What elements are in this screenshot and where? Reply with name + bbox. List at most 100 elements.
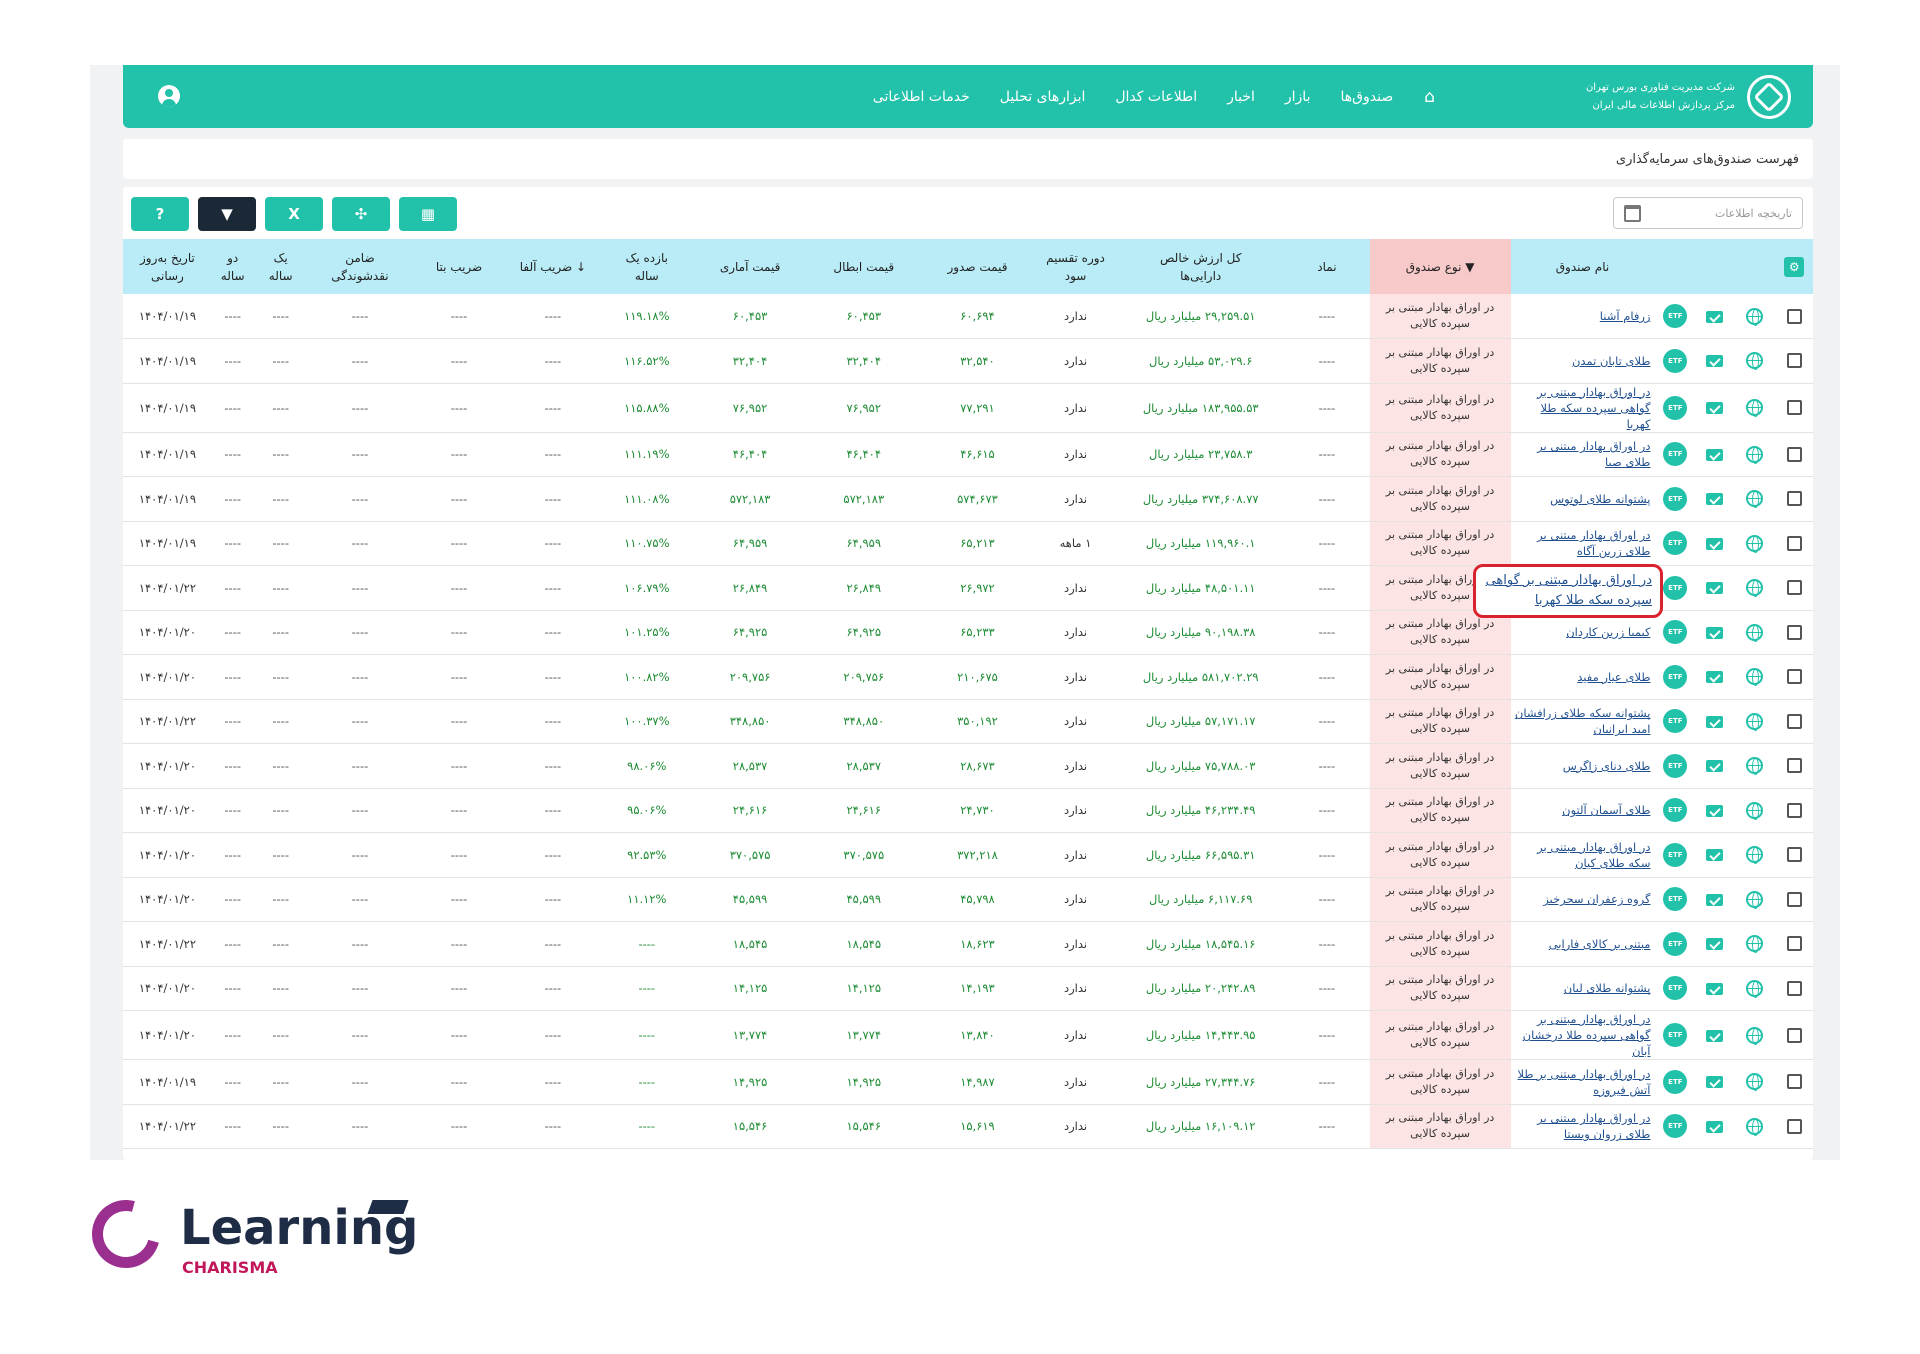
table-row[interactable]: ETF در اوراق بهادار مبتنی بر گواهی سپرده … (123, 383, 1813, 433)
message-icon[interactable] (1706, 448, 1724, 461)
nav-analysis-tools[interactable]: ابزارهای تحلیل (985, 89, 1101, 105)
col-stat-price[interactable]: قیمت آماری (693, 239, 807, 294)
filter-button[interactable]: ▼ (198, 197, 256, 231)
website-globe-icon[interactable] (1746, 352, 1764, 371)
row-checkbox[interactable] (1786, 580, 1802, 596)
message-icon[interactable] (1706, 893, 1724, 906)
fund-name-tooltip[interactable]: در اوراق بهادار مبتنی بر گواهی سپرده سکه… (1473, 564, 1663, 618)
message-icon[interactable] (1706, 938, 1724, 951)
col-1y[interactable]: یک ساله (253, 239, 308, 294)
fund-name-link[interactable]: در اوراق بهادار مبتنی بر گواهی سپرده سکه… (1537, 385, 1650, 431)
row-checkbox[interactable] (1786, 936, 1802, 952)
website-globe-icon[interactable] (1746, 490, 1764, 509)
row-checkbox[interactable] (1786, 308, 1802, 324)
fund-name-link[interactable]: کیمیا زرین کاردان (1566, 625, 1650, 639)
fund-name-link[interactable]: طلای تابان تمدن (1572, 354, 1651, 368)
table-row[interactable]: ETF در اوراق بهادار مبتنی بر طلای زرین آگ… (123, 521, 1813, 566)
message-icon[interactable] (1706, 537, 1724, 550)
message-icon[interactable] (1706, 1120, 1724, 1133)
message-icon[interactable] (1706, 849, 1724, 862)
website-globe-icon[interactable] (1746, 846, 1764, 865)
fund-name-link[interactable]: در اوراق بهادار مبتنی بر طلای زروان ویست… (1537, 1111, 1650, 1141)
table-row[interactable]: ETF طلای آسمان آلتون در اوراق بهادار مبتنی… (123, 788, 1813, 833)
row-checkbox[interactable] (1786, 891, 1802, 907)
website-globe-icon[interactable] (1746, 712, 1764, 731)
nav-codal[interactable]: اطلاعات کدال (1100, 89, 1212, 105)
website-globe-icon[interactable] (1746, 1073, 1764, 1092)
message-icon[interactable] (1706, 626, 1724, 639)
row-checkbox[interactable] (1786, 802, 1802, 818)
brand[interactable]: شرکت مدیریت فناوری بورس تهران مرکز پرداز… (1561, 74, 1791, 119)
nav-market[interactable]: بازار (1270, 89, 1326, 105)
website-globe-icon[interactable] (1746, 307, 1764, 326)
row-checkbox[interactable] (1786, 980, 1802, 996)
calendar-icon[interactable] (1624, 204, 1641, 222)
message-icon[interactable] (1706, 715, 1724, 728)
col-issue-price[interactable]: قیمت صدور (921, 239, 1034, 294)
fund-name-link[interactable]: طلای آسمان آلتون (1562, 803, 1650, 817)
table-row[interactable]: ETF در اوراق بهادار مبتنی بر طلا آتش فیرو… (123, 1059, 1813, 1105)
website-globe-icon[interactable] (1746, 1026, 1764, 1045)
website-globe-icon[interactable] (1746, 757, 1764, 776)
website-globe-icon[interactable] (1746, 623, 1764, 642)
nav-news[interactable]: اخبار (1212, 89, 1270, 105)
row-checkbox[interactable] (1786, 1027, 1802, 1043)
col-distribution[interactable]: دوره تقسیم سود (1033, 239, 1118, 294)
expand-button[interactable]: ✣ (332, 197, 390, 231)
table-row[interactable]: ETF پشتوانه طلای لیان در اوراق بهادار مبتن… (123, 966, 1813, 1011)
col-2y[interactable]: دو ساله (211, 239, 254, 294)
website-globe-icon[interactable] (1746, 890, 1764, 909)
message-icon[interactable] (1706, 582, 1724, 595)
row-checkbox[interactable] (1786, 847, 1802, 863)
website-globe-icon[interactable] (1746, 979, 1764, 998)
table-row[interactable]: ETF طلای عیار مفید در اوراق بهادار مبتنی ب… (123, 654, 1813, 700)
message-icon[interactable] (1706, 355, 1724, 368)
table-row[interactable]: ETF طلای دنای زاگرس در اوراق بهادار مبتنی … (123, 743, 1813, 789)
fund-name-link[interactable]: در اوراق بهادار مبتنی بر طلا آتش فیروزه (1518, 1067, 1651, 1097)
table-row[interactable]: ETF در اوراق بهادار مبتنی بر طلای زروان و… (123, 1104, 1813, 1149)
message-icon[interactable] (1706, 1076, 1724, 1089)
history-date-input[interactable]: تاریخچه اطلاعات (1613, 197, 1803, 229)
col-name[interactable]: نام صندوق (1510, 239, 1655, 294)
row-checkbox[interactable] (1786, 1118, 1802, 1134)
table-row[interactable]: ETF در اوراق بهادار مبتنی بر گواهی سپرده … (123, 1010, 1813, 1060)
website-globe-icon[interactable] (1746, 579, 1764, 598)
message-icon[interactable] (1706, 402, 1724, 414)
row-checkbox[interactable] (1786, 446, 1802, 462)
message-icon[interactable] (1706, 982, 1724, 995)
message-icon[interactable] (1706, 493, 1724, 506)
fund-name-link[interactable]: پشتوانه طلای لوتوس (1550, 492, 1650, 506)
table-row[interactable]: ETF در اوراق بهادار مبتنی بر سکه طلای کیا… (123, 832, 1813, 878)
row-checkbox[interactable] (1786, 491, 1802, 507)
help-button[interactable]: ? (131, 197, 189, 231)
fund-name-link[interactable]: طلای دنای زاگرس (1563, 759, 1651, 773)
website-globe-icon[interactable] (1746, 1117, 1764, 1136)
table-row[interactable]: ETF زرفام آشنا در اوراق بهادار مبتنی بر سپ… (123, 294, 1813, 339)
fund-name-link[interactable]: در اوراق بهادار مبتنی بر طلای زرین آگاه (1537, 528, 1650, 558)
website-globe-icon[interactable] (1746, 534, 1764, 553)
col-cancel-price[interactable]: قیمت ابطال (806, 239, 922, 294)
row-checkbox[interactable] (1786, 624, 1802, 640)
col-return-1y[interactable]: بازده یک ساله (599, 239, 694, 294)
table-row[interactable]: ETF گروه زعفران سحرخیز در اوراق بهادار مبت… (123, 877, 1813, 922)
message-icon[interactable] (1706, 804, 1724, 817)
website-globe-icon[interactable] (1746, 935, 1764, 954)
fund-name-link[interactable]: گروه زعفران سحرخیز (1543, 892, 1650, 906)
message-icon[interactable] (1706, 310, 1724, 323)
col-updated[interactable]: تاریخ به‌روز رسانی (123, 239, 212, 294)
fund-name-link[interactable]: مبتنی بر کالای فارابی (1549, 937, 1651, 951)
col-beta[interactable]: ضریب بتا (412, 239, 506, 294)
message-icon[interactable] (1706, 671, 1724, 684)
fund-name-link[interactable]: زرفام آشنا (1600, 309, 1651, 323)
nav-funds[interactable]: صندوق‌ها (1325, 89, 1408, 105)
website-globe-icon[interactable] (1746, 801, 1764, 820)
message-icon[interactable] (1706, 760, 1724, 773)
website-globe-icon[interactable] (1746, 668, 1764, 687)
col-guarantor[interactable]: ضامن نقدشوندگی (307, 239, 413, 294)
fund-name-link[interactable]: پشتوانه طلای لیان (1564, 981, 1651, 995)
home-icon[interactable]: ⌂ (1408, 87, 1451, 107)
message-icon[interactable] (1706, 1029, 1724, 1042)
row-checkbox[interactable] (1786, 669, 1802, 685)
fund-name-link[interactable]: پشتوانه سکه طلای زرافشان امید ایرانیان (1515, 706, 1651, 736)
nav-info-services[interactable]: خدمات اطلاعاتی (858, 89, 985, 105)
